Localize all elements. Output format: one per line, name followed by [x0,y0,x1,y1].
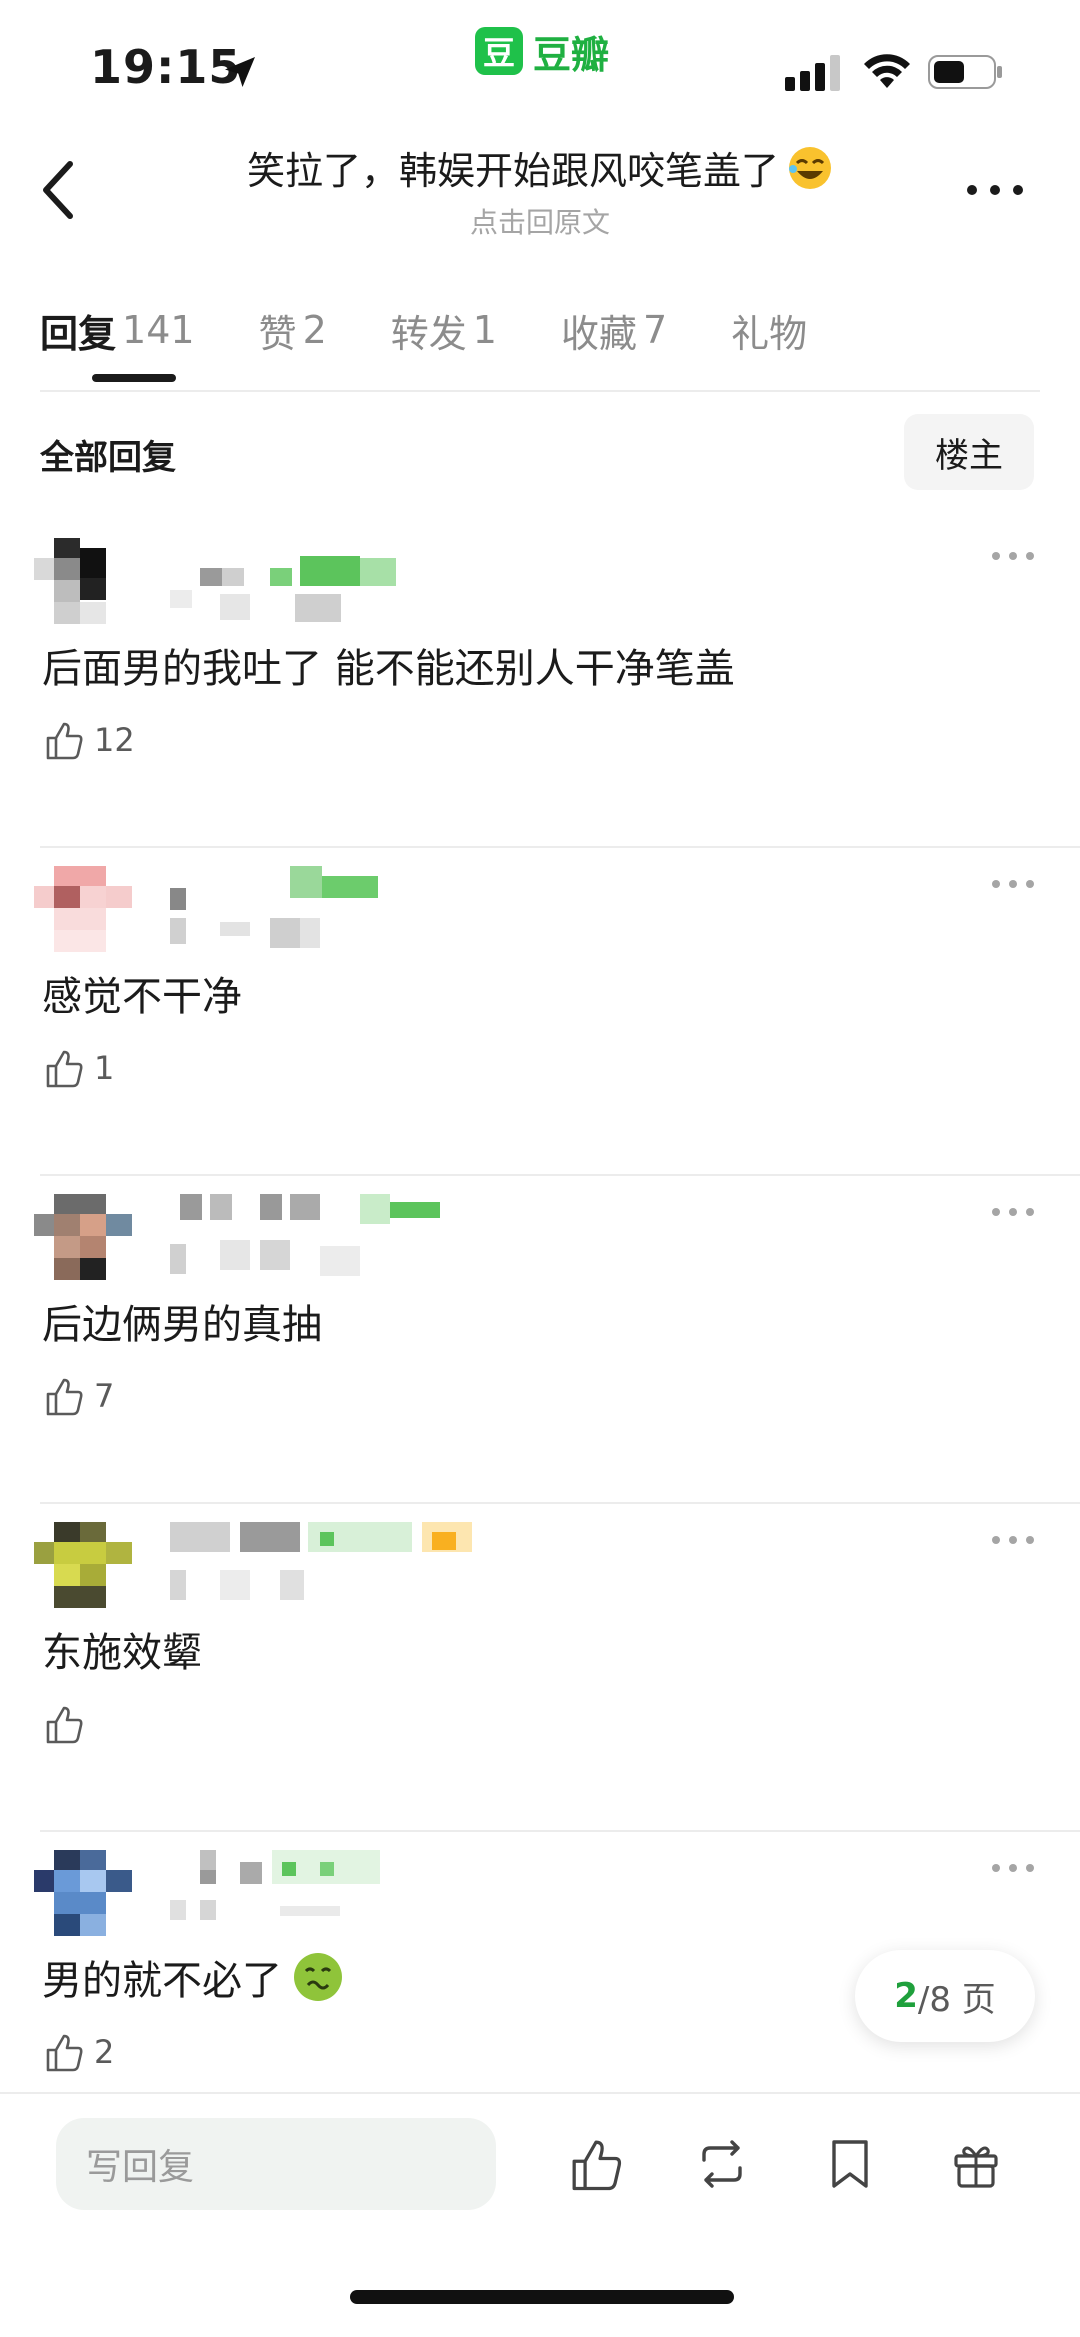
reply-more-icon[interactable] [990,546,1036,566]
reply-item: 东施效颦 [0,1504,1080,1832]
tab-collections-count: 7 [642,308,668,352]
reply-item: 感觉不干净 1 [0,848,1080,1176]
reply-more-icon[interactable] [990,874,1036,894]
thumbs-up-icon [46,1706,83,1744]
title-block[interactable]: 笑拉了，韩娱开始跟风咬笔盖了 点击回原文 [150,140,930,241]
user-avatar-pixelated[interactable] [34,1522,138,1612]
tab-replies-label: 回复 [40,311,117,356]
home-indicator[interactable] [350,2290,734,2304]
reply-content: 男的就不必了 [42,1948,344,2006]
like-count: 1 [94,1049,115,1087]
reply-text: 后面男的我吐了 能不能还别人干净笔盖 [42,646,735,692]
location-arrow-icon [225,57,255,87]
user-avatar-pixelated[interactable] [34,538,138,628]
username-pixelated[interactable] [160,538,520,628]
reply-item: 后面男的我吐了 能不能还别人干净笔盖 12 [0,520,1080,848]
app-badge[interactable]: 豆 豆瓣 [475,26,610,77]
reply-text: 后边俩男的真抽 [42,1302,322,1348]
like-button[interactable]: 2 [42,2022,114,2082]
nauseated-face-emoji-icon [294,1953,342,2001]
bookmark-icon[interactable] [820,2134,880,2194]
app-name: 豆瓣 [533,32,610,77]
reply-content: 感觉不干净 [42,964,242,1022]
back-button[interactable] [30,150,90,230]
wifi-icon [864,54,910,88]
reply-more-icon[interactable] [990,1202,1036,1222]
like-button[interactable]: 7 [42,1366,114,1426]
post-title: 笑拉了，韩娱开始跟风咬笔盖了 [246,149,779,193]
like-button[interactable] [42,1694,94,1754]
tab-collections[interactable]: 收藏 7 [561,290,667,370]
post-title-row: 笑拉了，韩娱开始跟风咬笔盖了 [247,140,833,195]
like-button[interactable]: 1 [42,1038,114,1098]
thumbs-up-icon [46,1378,83,1416]
rolling-laughing-emoji-icon [789,146,831,189]
tab-likes-label: 赞 [258,311,297,356]
reply-text: 东施效颦 [42,1630,202,1676]
interaction-tabs: 回复 141 赞2 转发 1 收藏 7 礼物 [40,290,1040,390]
like-post-icon[interactable] [566,2134,626,2194]
thumbs-up-icon [46,1050,83,1088]
reply-text: 男的就不必了 [42,1958,282,2004]
status-bar: 19:15 豆 豆瓣 [0,0,1080,130]
reply-content: 后边俩男的真抽 [42,1292,322,1350]
username-pixelated[interactable] [160,1522,520,1612]
tab-reshares-label: 转发 [390,311,467,356]
user-avatar-pixelated[interactable] [34,866,138,956]
active-tab-indicator [92,374,176,382]
reply-content: 后面男的我吐了 能不能还别人干净笔盖 [42,636,735,694]
user-avatar-pixelated[interactable] [34,1194,138,1284]
thumbs-up-icon [46,2034,83,2072]
back-to-original-link[interactable]: 点击回原文 [150,201,930,241]
like-count: 2 [94,2033,115,2071]
user-avatar-pixelated[interactable] [34,1850,138,1940]
tab-likes[interactable]: 赞2 [259,290,327,370]
gift-icon[interactable] [946,2134,1006,2194]
username-pixelated[interactable] [160,866,520,956]
reshare-icon[interactable] [692,2134,752,2194]
like-count: 7 [94,1377,115,1415]
cellular-signal-icon [785,55,840,91]
reply-content: 东施效颦 [42,1620,202,1678]
write-reply-input[interactable]: 写回复 [56,2118,496,2210]
page-indicator[interactable]: 2/8 页 [855,1950,1035,2042]
reply-item: 后边俩男的真抽 7 [0,1176,1080,1504]
op-only-filter-button[interactable]: 楼主 [904,414,1034,490]
username-pixelated[interactable] [160,1194,520,1284]
tabs-divider [40,390,1040,392]
tab-reshares[interactable]: 转发 1 [391,290,497,370]
like-button[interactable]: 12 [42,710,135,770]
current-page: 2 [894,1976,918,2016]
tab-gifts[interactable]: 礼物 [731,290,807,370]
post-header: 笑拉了，韩娱开始跟风咬笔盖了 点击回原文 [0,130,1080,250]
reply-more-icon[interactable] [990,1530,1036,1550]
all-replies-heading: 全部回复 [40,438,176,478]
battery-icon [928,55,1002,89]
tab-replies[interactable]: 回复 141 [40,290,195,382]
tab-reshares-count: 1 [472,308,497,352]
thumbs-up-icon [46,722,83,760]
like-count: 12 [94,721,135,759]
tab-likes-count: 2 [302,308,327,352]
tab-replies-count: 141 [122,308,195,352]
reply-text: 感觉不干净 [42,974,242,1020]
app-logo: 豆 [475,27,523,75]
status-time: 19:15 [90,40,242,94]
more-options-icon[interactable] [960,170,1030,210]
total-pages: /8 页 [917,1979,996,2020]
reply-more-icon[interactable] [990,1858,1036,1878]
tab-collections-label: 收藏 [560,311,637,356]
tab-gifts-label: 礼物 [731,311,808,356]
username-pixelated[interactable] [160,1850,520,1940]
